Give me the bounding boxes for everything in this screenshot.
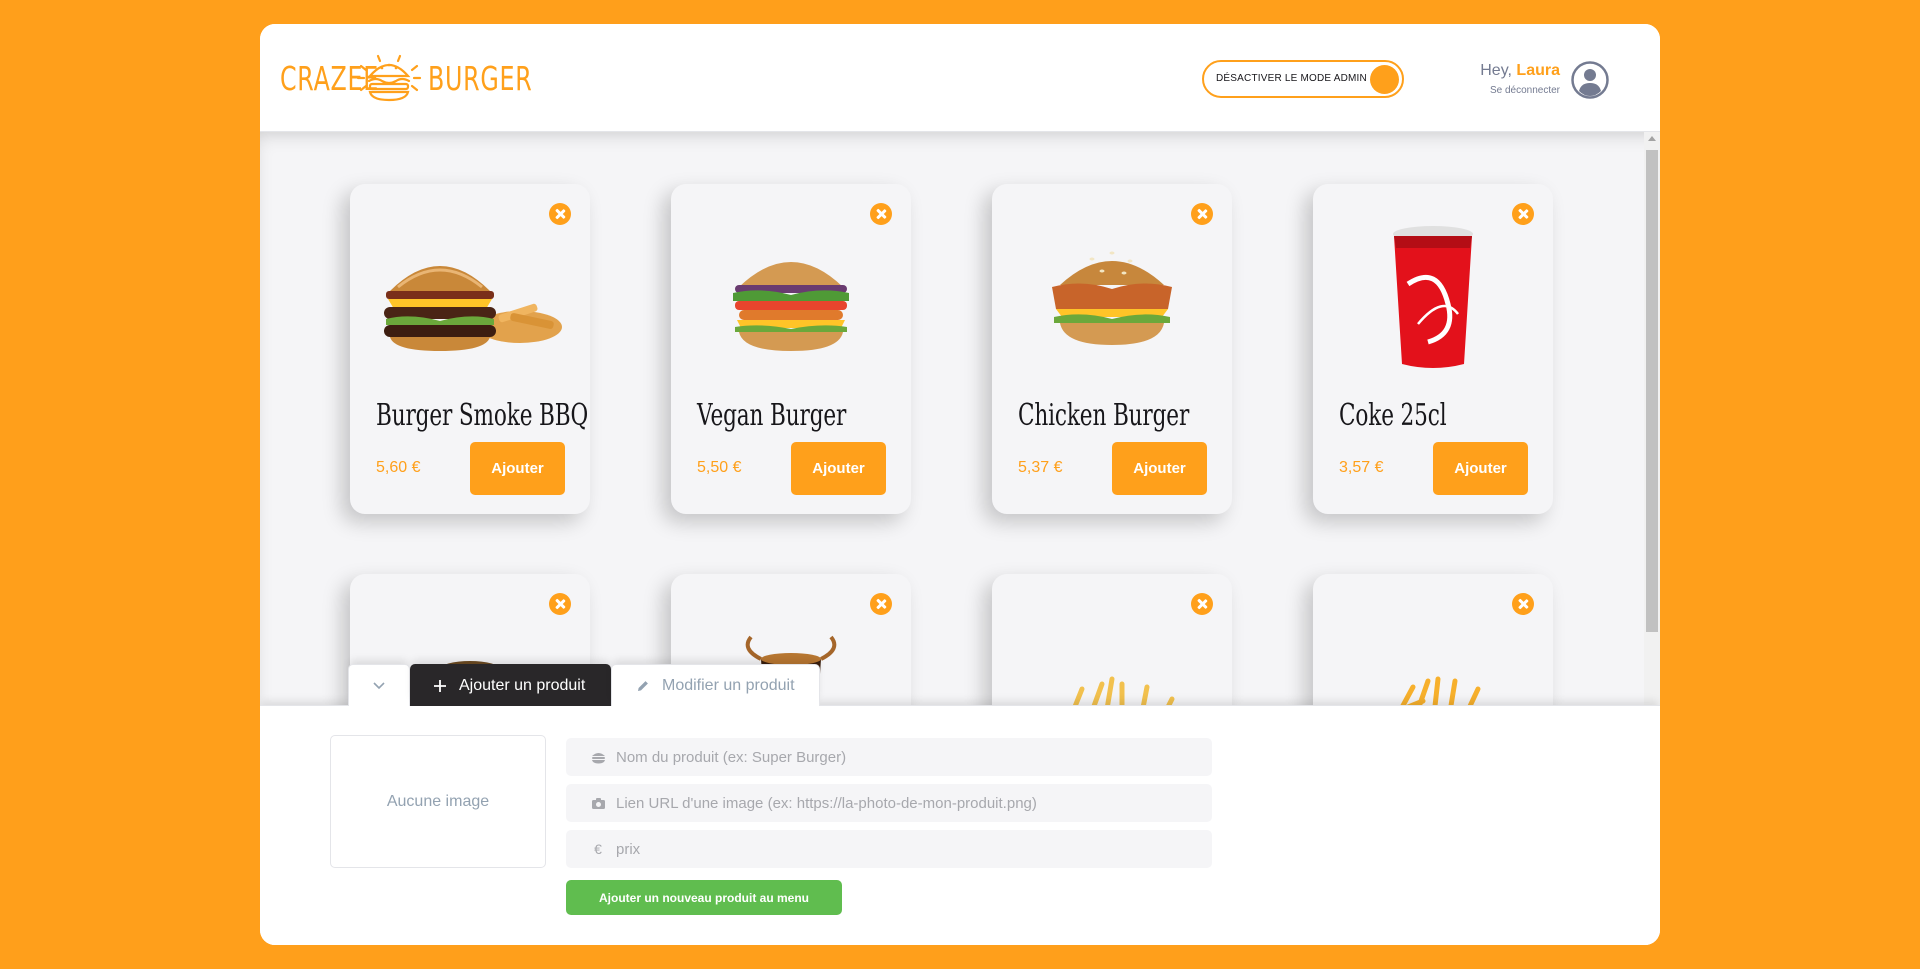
product-name-input[interactable] — [616, 748, 1206, 766]
product-price: 3,57 € — [1339, 459, 1384, 476]
product-image-url-input[interactable] — [616, 794, 1206, 812]
product-title: Coke 25cl — [1339, 398, 1447, 433]
product-image — [1012, 234, 1212, 364]
euro-icon: € — [594, 841, 602, 857]
image-preview: Aucune image — [330, 735, 546, 868]
user-profile: Hey, Laura Se déconnecter — [1460, 60, 1610, 102]
delete-product-button[interactable] — [870, 593, 892, 615]
preview-empty-text: Aucune image — [386, 792, 490, 810]
product-image — [691, 234, 891, 364]
admin-panel: Aucune image € Ajouter un nouveau produi… — [260, 705, 1660, 945]
product-title: Chicken Burger — [1018, 398, 1190, 433]
product-price-input[interactable] — [616, 840, 1206, 858]
brand-word-2: BURGER — [428, 58, 533, 98]
admin-toggle-label: DÉSACTIVER LE MODE ADMIN — [1216, 73, 1367, 84]
add-to-cart-button[interactable]: Ajouter — [791, 442, 886, 495]
toggle-knob — [1370, 65, 1399, 94]
product-image — [370, 234, 570, 364]
add-to-cart-button[interactable]: Ajouter — [1433, 442, 1528, 495]
user-avatar-icon — [1571, 61, 1609, 99]
admin-tabs: Ajouter un produit Modifier un produit — [348, 664, 820, 706]
navbar: CRAZEE BURGER DÉSACTIVER LE MODE ADMIN H… — [260, 24, 1660, 132]
plus-icon — [433, 679, 447, 693]
delete-product-button[interactable] — [870, 203, 892, 225]
pencil-icon — [636, 679, 650, 693]
delete-product-button[interactable] — [549, 593, 571, 615]
burger-bbq-image — [384, 266, 562, 351]
product-image — [1333, 226, 1533, 368]
scroll-up-arrow-icon[interactable] — [1648, 136, 1656, 141]
scrollbar-thumb[interactable] — [1646, 150, 1658, 632]
product-card[interactable]: Burger Smoke BBQ 5,60 € Ajouter — [350, 184, 590, 514]
product-card[interactable]: Vegan Burger 5,50 € Ajouter — [671, 184, 911, 514]
delete-product-button[interactable] — [1191, 203, 1213, 225]
brand-word-1: CRAZEE — [280, 58, 380, 98]
chicken-burger-image — [1052, 251, 1172, 345]
product-title: Burger Smoke BBQ — [376, 398, 589, 433]
coke-cup-image — [1393, 226, 1473, 368]
product-price: 5,37 € — [1018, 459, 1063, 476]
delete-product-button[interactable] — [1512, 593, 1534, 615]
tab-add-product[interactable]: Ajouter un produit — [410, 664, 611, 706]
app-window: CRAZEE BURGER DÉSACTIVER LE MODE ADMIN H… — [260, 24, 1660, 945]
add-to-cart-button[interactable]: Ajouter — [1112, 442, 1207, 495]
logout-link[interactable]: Se déconnecter — [1490, 85, 1560, 96]
product-name-field — [566, 738, 1212, 776]
greeting: Hey, Laura — [1480, 62, 1560, 80]
tab-add-label: Ajouter un produit — [459, 676, 586, 694]
delete-product-button[interactable] — [549, 203, 571, 225]
chevron-down-icon — [373, 681, 385, 689]
burger-icon — [590, 751, 606, 764]
product-title: Vegan Burger — [697, 398, 847, 433]
add-new-product-button[interactable]: Ajouter un nouveau produit au menu — [566, 880, 842, 915]
product-card[interactable]: Coke 25cl 3,57 € Ajouter — [1313, 184, 1553, 514]
collapse-panel-tab[interactable] — [348, 664, 410, 706]
brand-logo[interactable]: CRAZEE BURGER — [280, 52, 533, 104]
add-to-cart-button[interactable]: Ajouter — [470, 442, 565, 495]
admin-mode-toggle[interactable]: DÉSACTIVER LE MODE ADMIN — [1202, 60, 1404, 98]
product-image-field — [566, 784, 1212, 822]
product-price: 5,60 € — [376, 459, 421, 476]
product-price: 5,50 € — [697, 459, 742, 476]
user-name: Laura — [1516, 62, 1560, 79]
greeting-text: Hey, — [1480, 62, 1512, 79]
vegan-burger-image — [733, 262, 849, 351]
delete-product-button[interactable] — [1191, 593, 1213, 615]
tab-edit-product[interactable]: Modifier un produit — [611, 664, 820, 706]
camera-icon — [590, 797, 606, 810]
tab-edit-label: Modifier un produit — [662, 676, 795, 694]
product-card[interactable]: Chicken Burger 5,37 € Ajouter — [992, 184, 1232, 514]
product-price-field: € — [566, 830, 1212, 868]
delete-product-button[interactable] — [1512, 203, 1534, 225]
